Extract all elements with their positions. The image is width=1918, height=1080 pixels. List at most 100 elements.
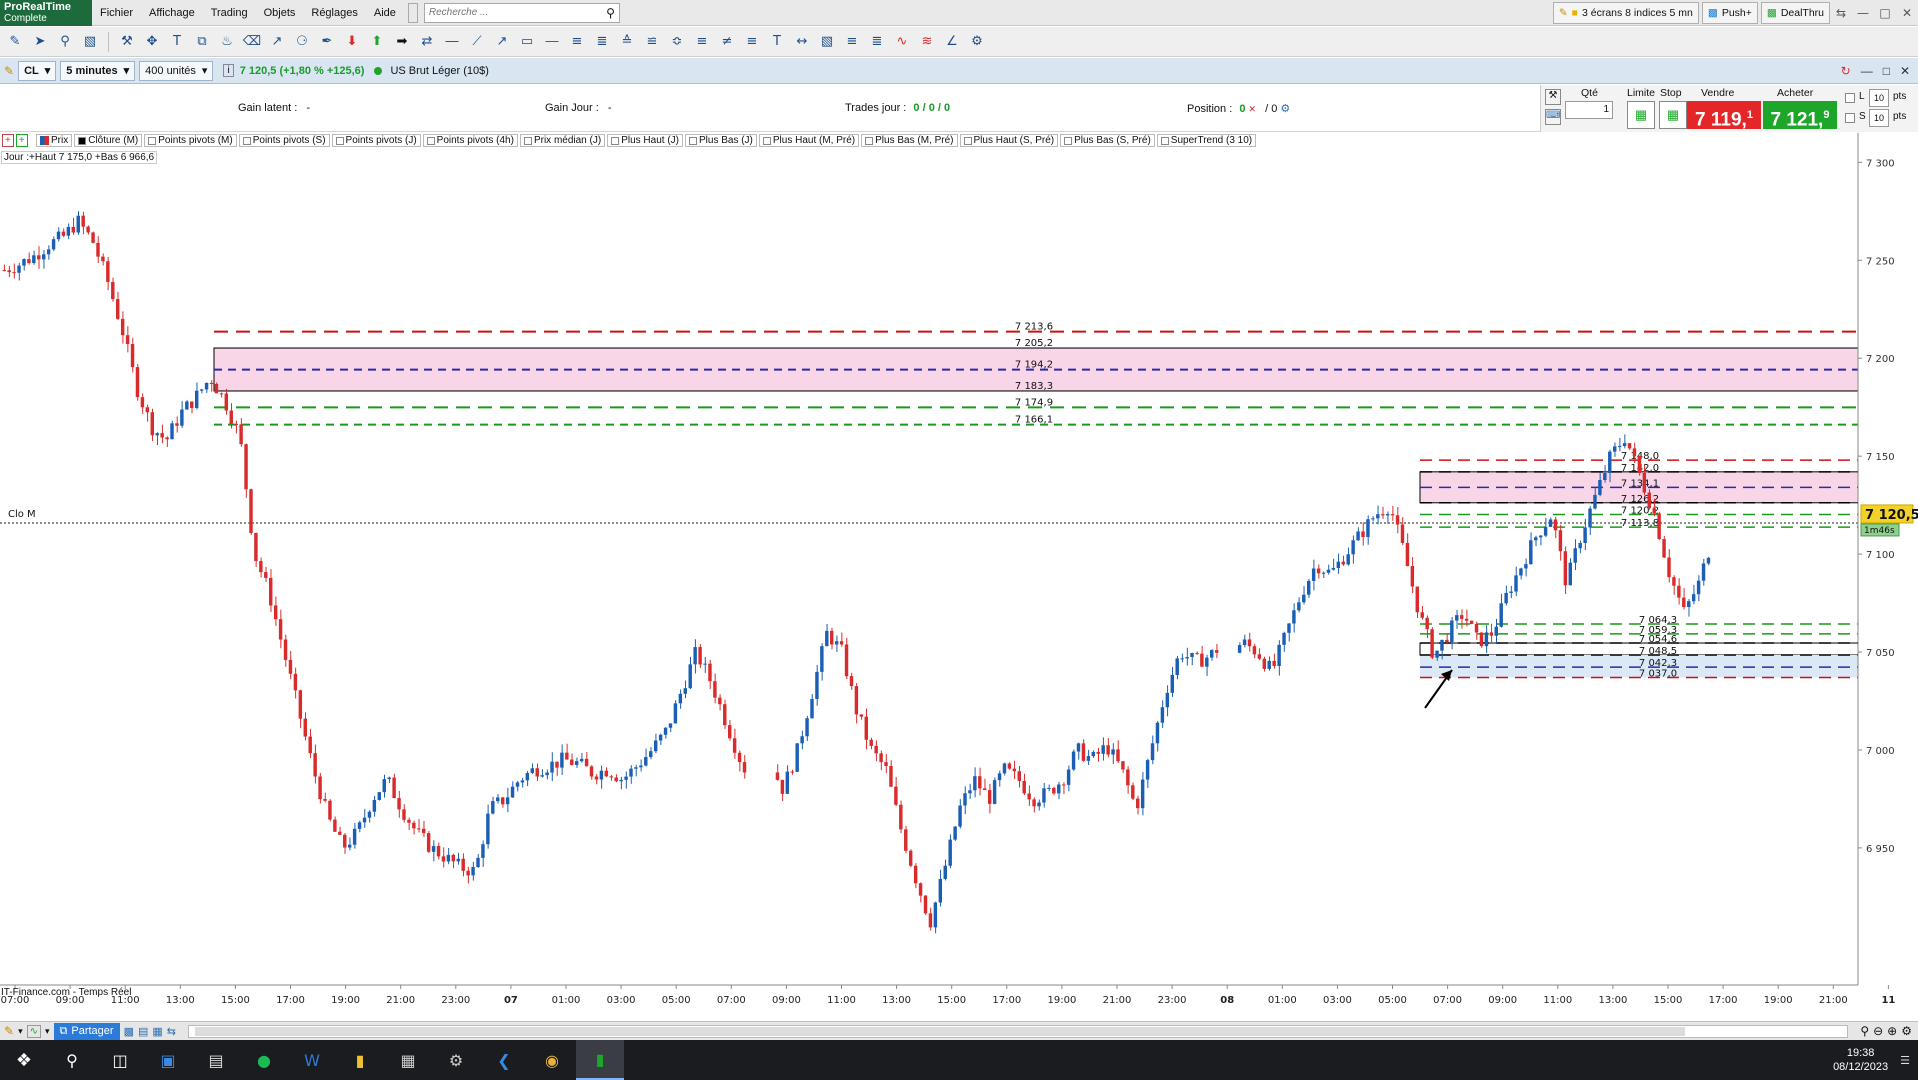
keyboard-icon[interactable]: ⌨: [1545, 109, 1561, 125]
chevron-down-icon[interactable]: ▾: [45, 1026, 50, 1037]
dealthru-button[interactable]: ▩ DealThru: [1760, 1, 1830, 24]
legend-checkbox[interactable]: [78, 136, 87, 145]
spotify-icon[interactable]: ●: [240, 1040, 288, 1080]
chart-type-icon[interactable]: ✎: [4, 1024, 14, 1038]
legend-checkbox[interactable]: [1064, 136, 1073, 145]
gann-icon[interactable]: ≡: [691, 31, 713, 53]
l-points-field[interactable]: 10: [1869, 89, 1889, 107]
legend-item[interactable]: Plus Bas (M, Pré): [861, 134, 958, 147]
prorealtime-icon[interactable]: ▮: [576, 1040, 624, 1080]
trash-icon[interactable]: ⌫: [241, 31, 263, 53]
legend-checkbox[interactable]: [242, 136, 251, 145]
zigzag-icon[interactable]: ∿: [891, 31, 913, 53]
calculator-icon[interactable]: ▦: [384, 1040, 432, 1080]
fib-retrace-icon[interactable]: ≌: [641, 31, 663, 53]
wrench-icon[interactable]: ⚒: [1545, 89, 1561, 105]
push-button[interactable]: ▩ Push+: [1701, 1, 1758, 24]
search-icon[interactable]: ⚲: [48, 1040, 96, 1080]
ray-icon[interactable]: ↗: [491, 31, 513, 53]
channel-icon[interactable]: ⇄: [416, 31, 438, 53]
sell-button[interactable]: 7 119,1: [1687, 101, 1761, 130]
up-arrow-icon[interactable]: ⬆: [366, 31, 388, 53]
gear-icon[interactable]: ⚙: [966, 31, 988, 53]
trendline-icon[interactable]: ⟋: [466, 31, 488, 53]
move-icon[interactable]: ✥: [141, 31, 163, 53]
cycle-icon[interactable]: ≡: [741, 31, 763, 53]
legend-item[interactable]: SuperTrend (3 10): [1156, 134, 1257, 147]
s-points-field[interactable]: 10: [1869, 109, 1889, 127]
task-view-icon[interactable]: ◫: [96, 1040, 144, 1080]
menu-aide[interactable]: Aide: [366, 7, 404, 19]
chart-svg[interactable]: 7 213,6 7 205,2 7 194,2 7 183,3 7 174,9 7 166…: [0, 133, 1918, 1021]
zoom-out-icon[interactable]: ⊖: [1873, 1024, 1883, 1038]
legend-item[interactable]: Plus Haut (J): [607, 134, 683, 147]
table-icon[interactable]: ▦: [152, 1025, 162, 1038]
purple-line-icon[interactable]: ―: [541, 31, 563, 53]
menu-reglages[interactable]: Réglages: [303, 7, 365, 19]
legend-item[interactable]: Points pivots (S): [238, 134, 330, 147]
maximize-icon[interactable]: □: [1874, 6, 1896, 20]
chevron-down-icon[interactable]: ▾: [18, 1026, 23, 1037]
menu-trading[interactable]: Trading: [203, 7, 256, 19]
chrome-icon[interactable]: ◉: [528, 1040, 576, 1080]
cursor-icon[interactable]: ➤: [29, 31, 51, 53]
quantity-field[interactable]: 1: [1565, 101, 1613, 119]
ticker-selector[interactable]: CL ▾: [18, 60, 57, 81]
screens-selector[interactable]: ✎ ■ 3 écrans 8 indices 5 mn: [1552, 1, 1699, 24]
ruler-icon[interactable]: ▧: [79, 31, 101, 53]
folder-icon[interactable]: ▮: [336, 1040, 384, 1080]
hammer-icon[interactable]: ⚒: [116, 31, 138, 53]
legend-checkbox[interactable]: [762, 136, 771, 145]
pencil-icon[interactable]: ✎: [4, 31, 26, 53]
ruler2-icon[interactable]: ▧: [816, 31, 838, 53]
legend-checkbox[interactable]: [523, 136, 532, 145]
legend-checkbox[interactable]: [1160, 136, 1169, 145]
legend-item[interactable]: Points pivots (M): [144, 134, 237, 147]
levels-icon[interactable]: ≡: [841, 31, 863, 53]
settings-icon[interactable]: ⚙: [432, 1040, 480, 1080]
pitchfork-icon[interactable]: ≠: [716, 31, 738, 53]
list-icon[interactable]: ▤: [138, 1025, 148, 1038]
legend-item[interactable]: Points pivots (4h): [422, 134, 518, 147]
legend-add-icon[interactable]: +: [2, 134, 14, 147]
legend-checkbox[interactable]: [148, 136, 157, 145]
close-icon[interactable]: ✕: [1896, 6, 1918, 20]
down-arrow-icon[interactable]: ⬇: [341, 31, 363, 53]
text-icon[interactable]: T: [166, 31, 188, 53]
legend-add2-icon[interactable]: +: [15, 134, 28, 147]
search-input[interactable]: [424, 7, 603, 18]
share-button[interactable]: ⧉ Partager: [53, 1022, 120, 1040]
legend-checkbox[interactable]: [963, 136, 972, 145]
legend-item[interactable]: Plus Haut (M, Pré): [758, 134, 860, 147]
position-close-icon[interactable]: ✕: [1249, 104, 1257, 114]
menu-affichage[interactable]: Affichage: [141, 7, 203, 19]
pen-icon[interactable]: ✒: [316, 31, 338, 53]
measure-icon[interactable]: ↔: [791, 31, 813, 53]
file-explorer-icon[interactable]: ▤: [192, 1040, 240, 1080]
maximize-icon[interactable]: □: [1883, 64, 1890, 78]
hline-icon[interactable]: ―: [441, 31, 463, 53]
legend-item[interactable]: Prix médian (J): [519, 134, 606, 147]
label-icon[interactable]: T: [766, 31, 788, 53]
legend-checkbox[interactable]: [611, 136, 620, 145]
legend-item[interactable]: Points pivots (J): [331, 134, 421, 147]
angle-icon[interactable]: ∠: [941, 31, 963, 53]
close-icon[interactable]: ✕: [1900, 64, 1910, 78]
search-box[interactable]: ⚲: [423, 2, 620, 23]
fibonacci-icon[interactable]: ≣: [591, 31, 613, 53]
menu-fichier[interactable]: Fichier: [92, 7, 141, 19]
indicator-icon[interactable]: ∿: [26, 1024, 41, 1038]
buy-button[interactable]: 7 121,9: [1763, 101, 1837, 130]
units-selector[interactable]: 400 unités ▾: [139, 60, 214, 81]
chart-settings-icon[interactable]: ⚙: [1901, 1024, 1918, 1038]
bell-icon[interactable]: ♨: [216, 31, 238, 53]
l-checkbox[interactable]: [1845, 93, 1855, 103]
legend-item[interactable]: Prix: [36, 134, 73, 147]
fib-fan-icon[interactable]: ≙: [616, 31, 638, 53]
notification-icon[interactable]: ☰: [1900, 1054, 1918, 1067]
word-icon[interactable]: W: [288, 1040, 336, 1080]
stop-order-icon[interactable]: ▦: [1659, 101, 1687, 129]
legend-item[interactable]: Plus Haut (S, Pré): [959, 134, 1059, 147]
legend-checkbox[interactable]: [426, 136, 435, 145]
copy-icon[interactable]: ⧉: [191, 31, 213, 53]
